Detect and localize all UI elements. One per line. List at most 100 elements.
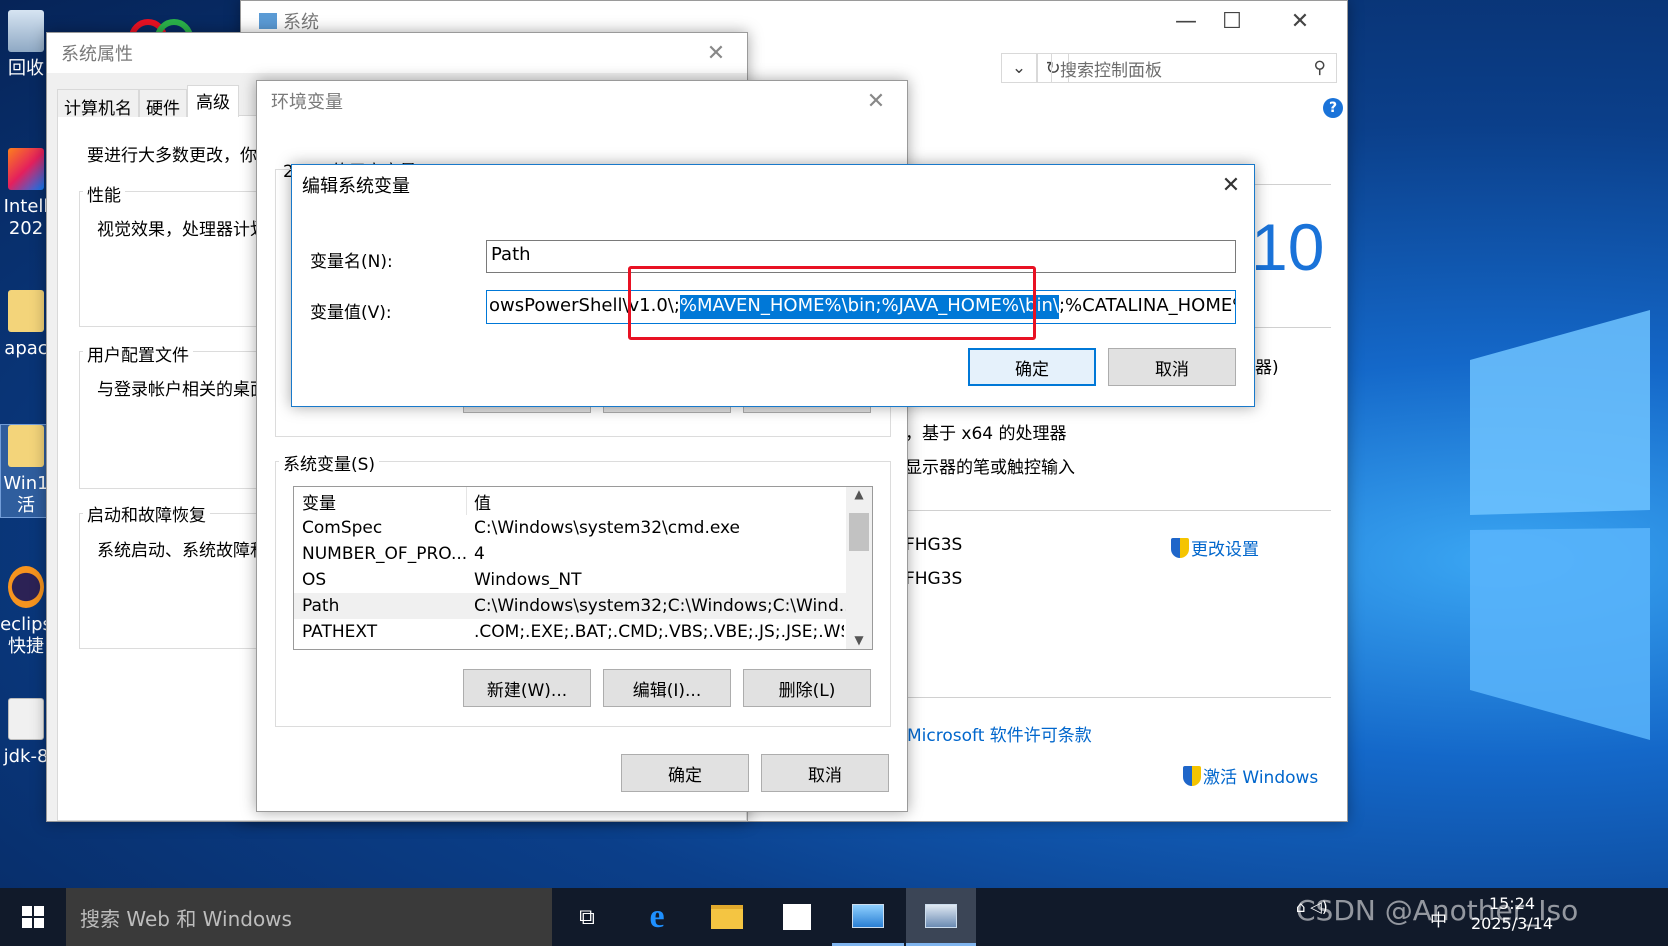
desktop-icon-eclipse[interactable]: eclips 快捷 (0, 566, 52, 658)
row-variable: Path (302, 596, 340, 616)
table-row[interactable]: ComSpec C:\Windows\system32\cmd.exe (294, 515, 846, 541)
minimize-button[interactable]: — (1163, 1, 1209, 41)
window-title: 系统属性 (61, 44, 133, 65)
task-view-icon[interactable]: ⧉ (552, 888, 622, 946)
activate-label: 激活 Windows (1203, 768, 1319, 788)
tab-strip: 计算机名 硬件 高级 (57, 85, 239, 119)
scrollbar[interactable]: ▲ ▼ (846, 487, 872, 649)
recycle-bin-icon (8, 10, 44, 52)
folder-icon (8, 425, 44, 467)
system-vars-list[interactable]: 变量 值 ComSpec C:\Windows\system32\cmd.exe… (293, 486, 873, 650)
table-row-selected[interactable]: Path C:\Windows\system32;C:\Windows;C:\W… (294, 593, 855, 619)
desktop-icon-label: apac (4, 338, 48, 359)
row-value: 4 (474, 544, 485, 564)
desktop-icon-win10[interactable]: Win1 活 (0, 424, 52, 518)
taskbar: 搜索 Web 和 Windows ⧉ e ⌂ ◁) 中 15:24 2025/3… (0, 888, 1668, 946)
highlight-annotation (628, 266, 1036, 340)
system-properties-taskbar-icon[interactable] (906, 888, 976, 946)
close-button[interactable]: ✕ (693, 33, 739, 73)
divider (901, 697, 1331, 698)
desktop-icon-jdk[interactable]: jdk-8 (0, 698, 52, 768)
tab-computer-name[interactable]: 计算机名 (57, 89, 139, 119)
row-value: Windows_NT (474, 570, 582, 590)
desktop-icon-label: eclips 快捷 (0, 614, 52, 657)
window-title: 编辑系统变量 (302, 176, 410, 197)
row-value: .COM;.EXE;.BAT;.CMD;.VBS;.VBE;.JS;.JSE;.… (474, 622, 844, 642)
intro-text: 要进行大多数更改，你 (87, 146, 257, 166)
group-title: 性能 (83, 181, 125, 206)
row-variable: PATHEXT (302, 622, 378, 642)
java-installer-icon (8, 698, 44, 740)
desktop-icon-recycle-bin[interactable]: 回收 (0, 10, 52, 80)
group-title: 启动和故障恢复 (83, 501, 210, 526)
row-value: C:\Windows\system32;C:\Windows;C:\Wind..… (474, 596, 855, 616)
table-row[interactable]: OS Windows_NT (294, 567, 846, 593)
change-settings-label: 更改设置 (1191, 540, 1259, 560)
help-icon[interactable]: ? (1323, 98, 1343, 118)
desktop-icon-label: 回收 (8, 58, 44, 79)
edge-browser-icon[interactable]: e (622, 888, 692, 946)
window-title: 系统 (283, 12, 319, 33)
windows-start-icon (22, 906, 44, 928)
cancel-button[interactable]: 取消 (761, 754, 889, 792)
column-header-variable[interactable]: 变量 (302, 489, 336, 514)
group-title: 用户配置文件 (83, 341, 193, 366)
eclipse-icon (8, 566, 44, 608)
desktop-icon-intellij[interactable]: Intell 202 (0, 148, 52, 240)
tab-advanced[interactable]: 高级 (187, 85, 239, 117)
license-link[interactable]: Microsoft 软件许可条款 (907, 721, 1092, 746)
startup-text: 系统启动、系统故障和 (97, 541, 267, 561)
close-button[interactable]: ✕ (853, 81, 899, 121)
close-button[interactable]: ✕ (1277, 1, 1323, 41)
search-placeholder: 搜索 Web 和 Windows (80, 906, 292, 931)
shield-icon (1171, 537, 1189, 558)
profile-text: 与登录帐户相关的桌面 (97, 380, 267, 400)
search-input[interactable]: 搜索控制面板 ⚲ (1051, 53, 1337, 83)
control-panel-taskbar-icon[interactable] (832, 888, 904, 946)
system-edit-button[interactable]: 编辑(I)... (603, 669, 731, 707)
system-delete-button[interactable]: 删除(L) (743, 669, 871, 707)
shield-icon (1183, 765, 1201, 786)
intellij-icon (8, 148, 44, 190)
full-computer-name: FHG3S (905, 569, 963, 589)
search-placeholder: 搜索控制面板 (1060, 60, 1162, 81)
value-text-after: ;%CATALINA_HOME%\bin (1058, 295, 1235, 316)
windows-version-logo: 10 (1251, 210, 1325, 284)
table-row[interactable]: PATHEXT .COM;.EXE;.BAT;.CMD;.VBS;.VBE;.J… (294, 619, 846, 645)
scroll-up-icon[interactable]: ▲ (846, 487, 872, 509)
windows-logo-wallpaper (1470, 310, 1650, 740)
activate-windows-link[interactable]: 激活 Windows (1183, 763, 1318, 788)
store-icon[interactable] (762, 888, 832, 946)
change-settings-link[interactable]: 更改设置 (1171, 535, 1259, 560)
table-row[interactable]: NUMBER_OF_PRO... 4 (294, 541, 846, 567)
watermark: CSDN @Another_Iso (1296, 894, 1579, 927)
maximize-button[interactable]: ☐ (1209, 1, 1255, 41)
desktop-icon-label: Intell 202 (3, 196, 49, 239)
variable-value-label: 变量值(V): (310, 303, 392, 323)
row-variable: ComSpec (302, 518, 383, 538)
desktop-icon-apache[interactable]: apac (0, 290, 52, 360)
ok-button[interactable]: 确定 (621, 754, 749, 792)
close-button[interactable]: ✕ (1208, 165, 1254, 205)
desktop-icon-label: jdk-8 (3, 746, 49, 767)
cancel-button[interactable]: 取消 (1108, 348, 1236, 386)
system-new-button[interactable]: 新建(W)... (463, 669, 591, 707)
list-header: 变量 值 (294, 487, 846, 515)
system-type-info: ，基于 x64 的处理器 (905, 424, 1067, 444)
start-button[interactable] (0, 888, 66, 946)
column-header-value[interactable]: 值 (474, 489, 491, 514)
taskbar-search-box[interactable]: 搜索 Web 和 Windows (66, 888, 552, 946)
sysprops-titlebar: 系统属性 (47, 33, 747, 73)
search-icon: ⚲ (1313, 58, 1326, 78)
pen-touch-info: 显示器的笔或触控输入 (905, 458, 1075, 478)
ok-button[interactable]: 确定 (968, 348, 1096, 386)
scroll-down-icon[interactable]: ▼ (846, 633, 872, 647)
tab-hardware[interactable]: 硬件 (139, 89, 187, 119)
scrollbar-thumb[interactable] (849, 513, 869, 551)
file-explorer-icon[interactable] (692, 888, 762, 946)
system-vars-label: 系统变量(S) (279, 450, 380, 475)
processor-info: 器) (1255, 358, 1279, 378)
row-variable: NUMBER_OF_PRO... (302, 544, 468, 564)
system-icon (259, 13, 277, 29)
row-variable: OS (302, 570, 327, 590)
